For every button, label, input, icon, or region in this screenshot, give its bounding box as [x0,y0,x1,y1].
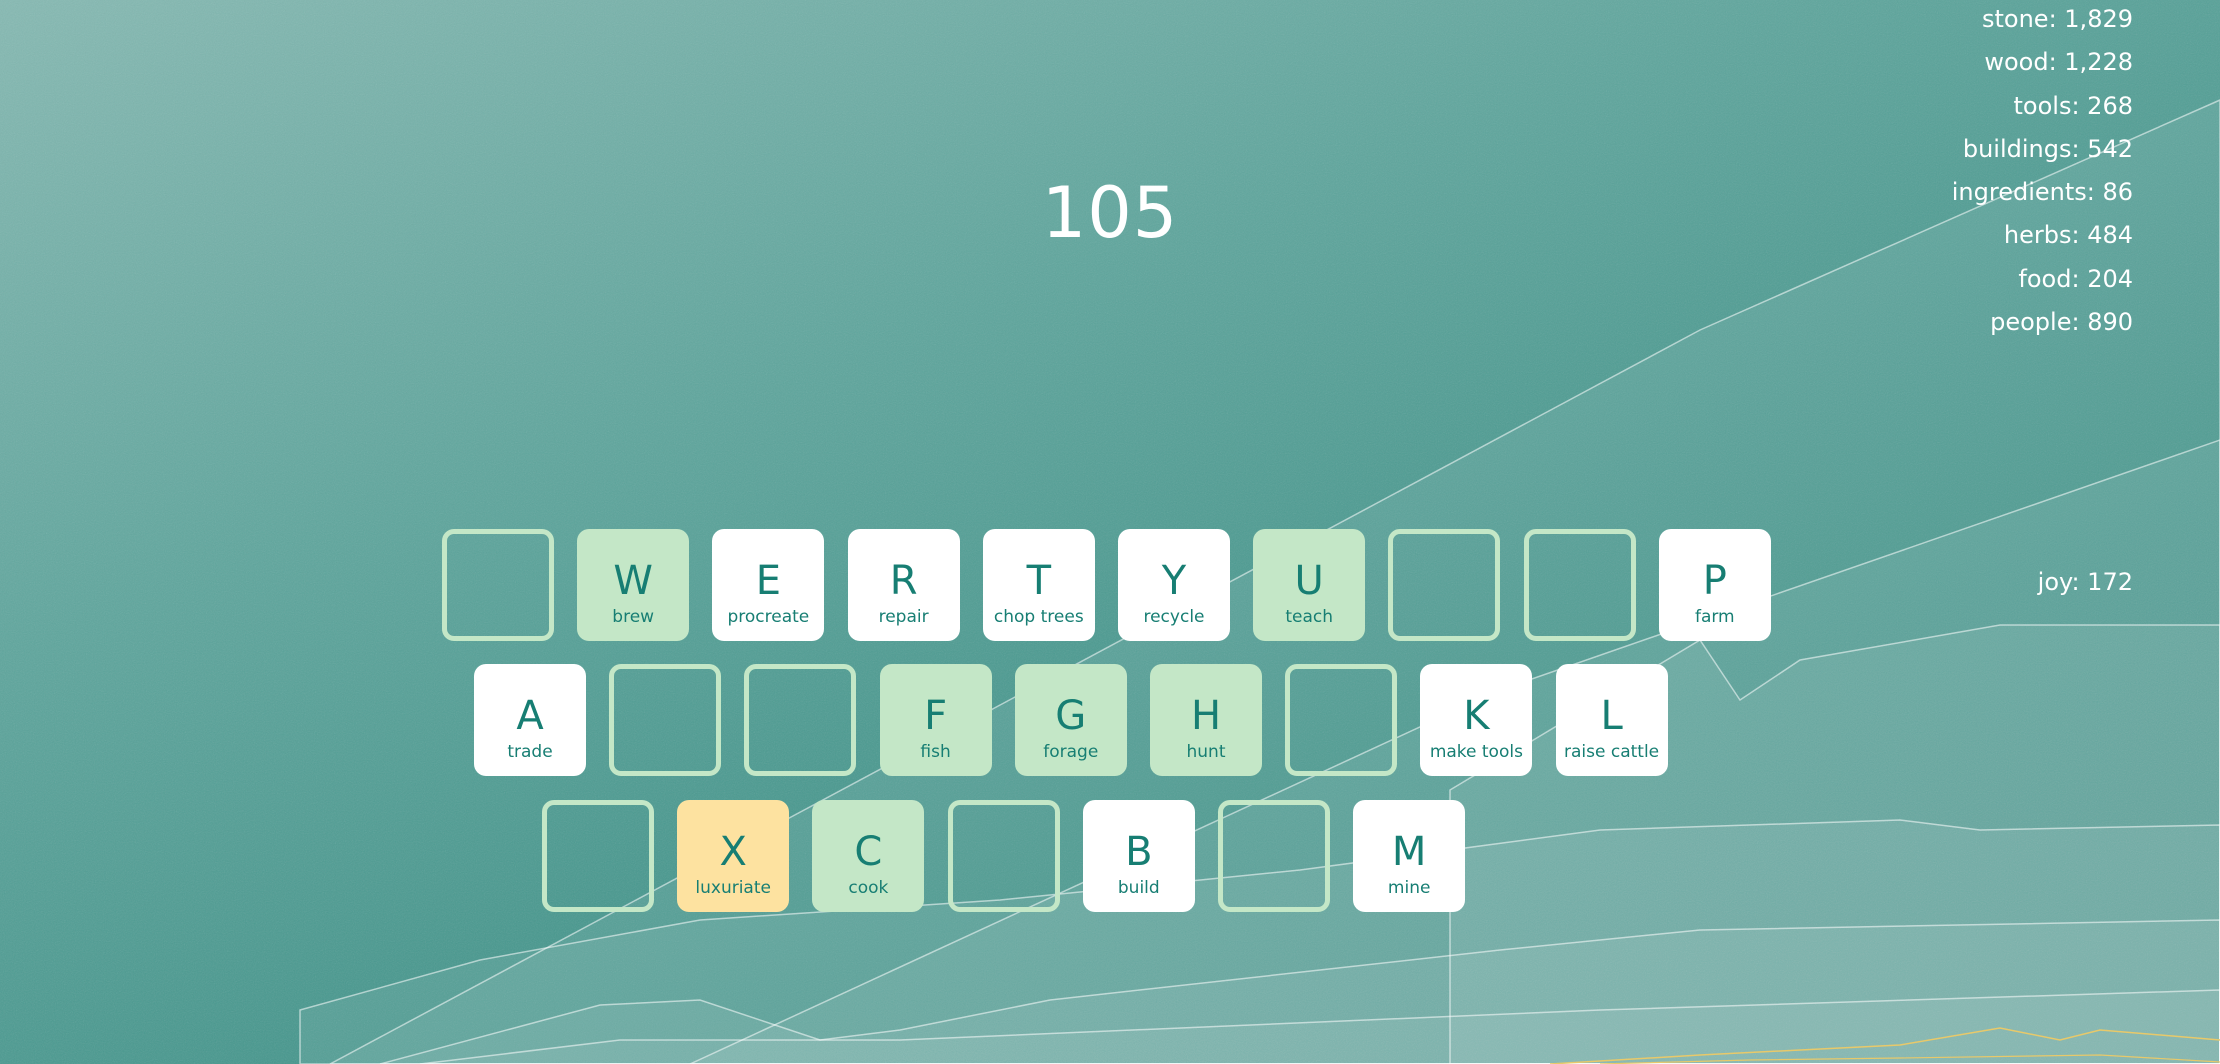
key-letter: M [1391,829,1427,875]
key-r[interactable]: Rrepair [847,529,960,641]
key-h[interactable]: Hhunt [1150,664,1262,776]
key-letter: G [1055,693,1087,739]
resource-list: stone: 1,829 wood: 1,228 tools: 268 buil… [1952,4,2133,350]
key-u[interactable]: Uteach [1253,529,1366,641]
key-w[interactable]: Wbrew [577,529,690,641]
key-letter: B [1125,829,1153,875]
key-action-label: cook [848,878,889,898]
empty-key-slot[interactable] [947,800,1060,912]
key-letter: K [1463,693,1490,739]
key-b[interactable]: Bbuild [1082,800,1195,912]
key-letter: P [1702,558,1727,604]
resource-stone: stone: 1,829 [1982,5,2133,33]
key-action-label: forage [1043,742,1099,762]
key-e[interactable]: Eprocreate [712,529,825,641]
key-letter: L [1600,693,1623,739]
resource-people: people: 890 [1990,308,2133,337]
key-letter: T [1026,558,1052,604]
key-k[interactable]: Kmake tools [1420,664,1533,776]
resource-buildings: buildings: 542 [1962,134,2133,163]
key-y[interactable]: Yrecycle [1118,529,1230,641]
key-letter: F [924,693,948,739]
key-letter: R [889,558,918,604]
key-action-label: fish [920,742,951,762]
key-m[interactable]: Mmine [1353,800,1466,912]
empty-key-slot[interactable] [609,664,722,776]
key-letter: C [854,829,883,875]
key-action-label: mine [1387,878,1431,898]
resource-tools: tools: 268 [2013,91,2133,120]
key-letter: E [755,558,782,604]
key-action-label: repair [878,607,929,627]
key-g[interactable]: Gforage [1014,664,1127,776]
key-letter: X [719,829,747,875]
empty-key-slot[interactable] [1388,529,1501,641]
key-f[interactable]: Ffish [879,664,992,776]
key-action-label: hunt [1186,742,1226,762]
empty-key-slot[interactable] [1523,529,1636,641]
key-action-label: trade [507,742,553,762]
resource-ingredients: ingredients: 86 [1951,178,2133,207]
key-action-label: farm [1694,607,1735,627]
empty-key-slot[interactable] [442,529,554,641]
empty-key-slot[interactable] [1285,664,1398,776]
key-action-label: raise cattle [1564,742,1660,762]
empty-key-slot[interactable] [1218,800,1330,912]
key-letter: W [613,558,653,604]
key-action-label: chop trees [993,607,1084,627]
key-l[interactable]: Lraise cattle [1555,664,1668,776]
score-counter: 105 [1041,172,1179,254]
key-c[interactable]: Ccook [812,800,925,912]
key-a[interactable]: Atrade [474,664,586,776]
resource-wood: wood: 1,228 [1984,48,2133,77]
key-action-label: recycle [1143,607,1205,627]
key-letter: U [1294,558,1324,604]
key-letter: H [1190,693,1222,739]
key-action-label: procreate [727,607,810,627]
key-action-label: brew [612,607,655,627]
joy-counter: joy: 172 [2037,568,2133,596]
resource-food: food: 204 [2018,264,2133,293]
key-action-label: luxuriate [695,878,771,898]
resource-herbs: herbs: 484 [2003,221,2133,250]
key-t[interactable]: Tchop trees [982,529,1095,641]
key-action-label: teach [1285,607,1334,627]
empty-key-slot[interactable] [744,664,857,776]
key-x[interactable]: Xluxuriate [677,800,790,912]
empty-key-slot[interactable] [542,800,654,912]
key-action-label: build [1117,878,1160,898]
key-p[interactable]: Pfarm [1658,529,1771,641]
key-action-label: make tools [1429,742,1523,762]
key-letter: A [516,693,544,739]
key-letter: Y [1161,558,1187,604]
